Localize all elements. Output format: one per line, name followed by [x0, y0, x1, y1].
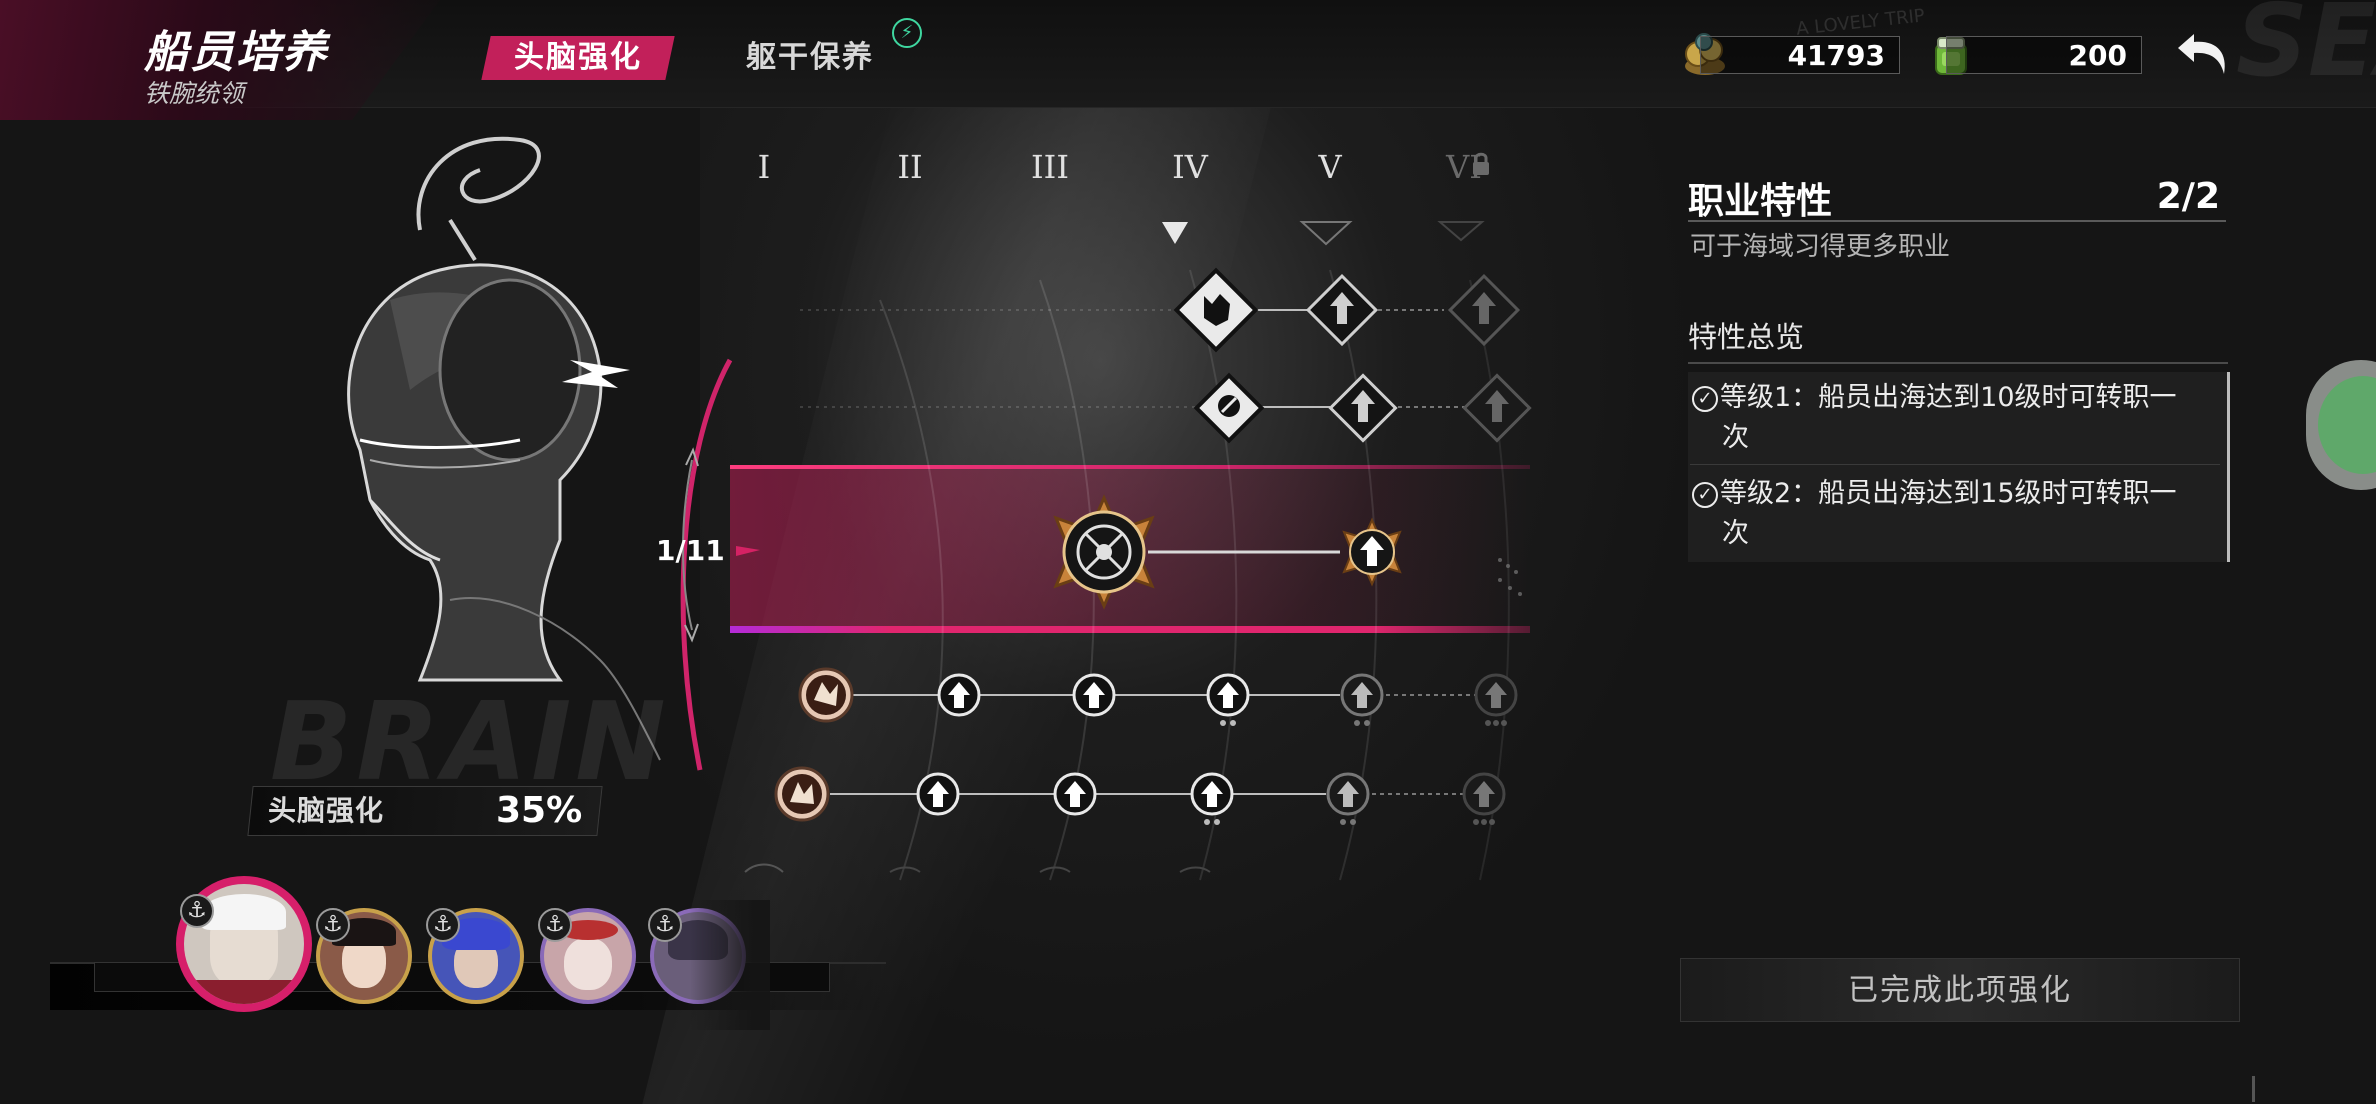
trait-1-line2: 次	[1722, 422, 1749, 453]
tree-node-r5-c3[interactable]	[1053, 772, 1097, 816]
check-circle-icon: ✓	[1692, 385, 1718, 412]
tree-node-r1-c6[interactable]	[1447, 273, 1521, 347]
anchor-icon: ⚓	[426, 908, 460, 942]
tree-node-r4-c5[interactable]	[1340, 673, 1384, 726]
tree-node-r5-c1[interactable]	[774, 766, 830, 822]
overview-title: 特性总览	[1688, 320, 1805, 354]
tree-node-selected-c5[interactable]	[1342, 517, 1402, 587]
trait-2-line2: 次	[1722, 518, 1749, 549]
tree-node-r4-c1[interactable]	[798, 667, 854, 723]
panel-divider	[1688, 220, 2226, 222]
enhancement-complete-button[interactable]: 已完成此项强化	[1680, 958, 2240, 1022]
tree-node-r4-c2[interactable]	[937, 673, 981, 717]
trait-row-2: ✓ 等级2：船员出海达到15级时可转职一 次	[1692, 474, 2212, 554]
overview-divider	[1688, 362, 2228, 364]
trait-1-line1: 等级1：船员出海达到10级时可转职一	[1720, 382, 2177, 413]
trait-separator	[1690, 464, 2220, 465]
tree-node-r4-c6[interactable]	[1474, 673, 1518, 726]
anchor-icon: ⚓	[648, 908, 682, 942]
check-circle-icon: ✓	[1692, 481, 1718, 508]
corner-mark	[2252, 1076, 2255, 1102]
anchor-icon: ⚓	[316, 908, 350, 942]
tree-node-r5-c5[interactable]	[1326, 772, 1370, 825]
anchor-icon: ⚓	[538, 908, 572, 942]
tree-node-r2-c4[interactable]	[1193, 372, 1265, 444]
anchor-icon: ⚓	[180, 894, 214, 928]
trait-2-line1: 等级2：船员出海达到15级时可转职一	[1720, 478, 2177, 509]
panel-description: 可于海域习得更多职业	[1690, 232, 1951, 262]
tree-node-r2-c6[interactable]	[1462, 373, 1532, 443]
selected-row-dots	[1498, 558, 1522, 596]
tree-node-r1-c4[interactable]	[1173, 267, 1259, 353]
tree-node-r4-c4[interactable]	[1206, 673, 1250, 726]
panel-title: 职业特性	[1688, 181, 1833, 222]
tree-node-selected-c3[interactable]	[1053, 494, 1155, 610]
tree-node-r2-c5[interactable]	[1328, 373, 1398, 443]
tree-node-r5-c2[interactable]	[916, 772, 960, 816]
crew-strip-fade	[690, 900, 770, 1030]
trait-row-1: ✓ 等级1：船员出海达到10级时可转职一 次	[1692, 378, 2212, 458]
tree-node-r4-c3[interactable]	[1072, 673, 1116, 717]
panel-count: 2/2	[2156, 176, 2220, 217]
tree-node-r1-c5[interactable]	[1305, 273, 1379, 347]
tree-node-r5-c4[interactable]	[1190, 772, 1234, 825]
tree-node-r5-c6[interactable]	[1462, 772, 1506, 825]
